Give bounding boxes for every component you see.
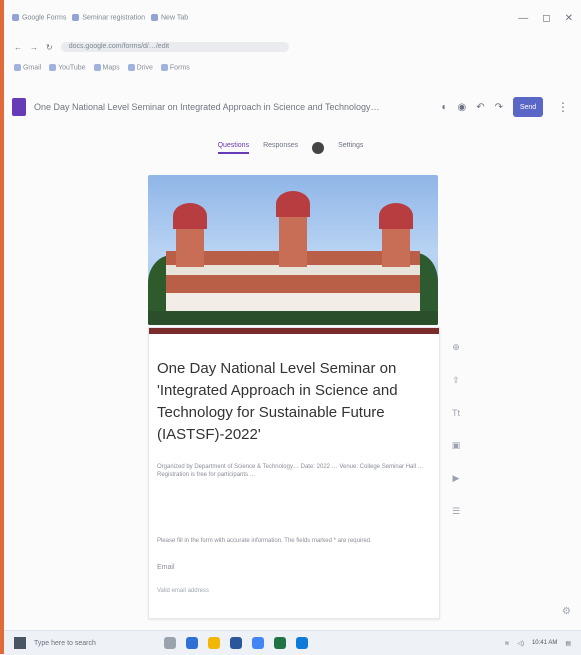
- tab-responses[interactable]: Responses: [263, 142, 298, 154]
- settings-icon[interactable]: ⚙: [562, 606, 571, 617]
- card-accent-bar: [149, 328, 439, 334]
- maximize-icon[interactable]: ◻: [542, 13, 550, 24]
- back-icon[interactable]: ←: [14, 43, 22, 52]
- email-field[interactable]: Valid email address: [157, 588, 209, 594]
- form-description[interactable]: Organized by Department of Science & Tec…: [157, 463, 427, 479]
- header-tower: [176, 227, 204, 267]
- header-dome: [276, 191, 310, 217]
- clock[interactable]: 10:41 AM: [532, 640, 557, 646]
- chrome-icon[interactable]: [252, 637, 264, 649]
- bookmarks-bar: Gmail YouTube Maps Drive Forms: [4, 60, 581, 76]
- taskbar-search[interactable]: Type here to search: [34, 640, 124, 647]
- image-icon[interactable]: ▣: [452, 440, 461, 451]
- reload-icon[interactable]: ↻: [46, 43, 53, 52]
- section-icon[interactable]: ☰: [452, 506, 460, 517]
- browser-tab[interactable]: Seminar registration: [72, 14, 145, 22]
- browser-tab[interactable]: Google Forms: [12, 14, 67, 22]
- notification-icon[interactable]: ▤: [565, 640, 571, 647]
- forms-logo-icon[interactable]: [12, 98, 26, 116]
- page-icon: [151, 14, 158, 22]
- bookmark-label: Drive: [136, 64, 153, 72]
- form-document-title[interactable]: One Day National Level Seminar on Integr…: [34, 102, 441, 112]
- avatar[interactable]: [312, 142, 325, 154]
- bookmark-label: Gmail: [22, 64, 42, 72]
- add-question-icon[interactable]: ⊕: [452, 342, 460, 353]
- form-title[interactable]: One Day National Level Seminar on 'Integ…: [157, 358, 427, 446]
- wifi-icon[interactable]: ≋: [504, 640, 509, 647]
- bookmark-item[interactable]: Drive: [127, 64, 153, 72]
- task-view-icon[interactable]: [164, 637, 176, 649]
- header-dome: [173, 203, 207, 229]
- url-input[interactable]: docs.google.com/forms/d/…/edit: [60, 42, 289, 52]
- header-tower: [382, 227, 410, 267]
- send-button[interactable]: Send: [513, 97, 543, 117]
- taskbar-apps: [164, 637, 308, 649]
- tab-questions[interactable]: Questions: [217, 142, 250, 154]
- bookmark-item[interactable]: Forms: [160, 64, 190, 72]
- form-tabs: Questions Responses Settings: [0, 142, 581, 154]
- header-tower: [279, 215, 307, 267]
- bookmark-icon: [160, 64, 168, 72]
- header-ground: [148, 311, 438, 325]
- form-title-card[interactable]: One Day National Level Seminar on 'Integ…: [148, 327, 440, 619]
- bookmark-icon: [49, 64, 57, 72]
- more-vert-icon[interactable]: ⋮: [557, 100, 569, 114]
- form-header-image: [148, 175, 438, 325]
- forms-icon: [72, 14, 80, 22]
- edge-icon[interactable]: [186, 637, 198, 649]
- browser-tab[interactable]: New Tab: [151, 14, 189, 22]
- forward-icon[interactable]: →: [30, 43, 38, 52]
- bookmark-item[interactable]: Gmail: [14, 64, 42, 72]
- undo-icon[interactable]: ↶: [476, 102, 484, 113]
- close-icon[interactable]: ✕: [565, 13, 573, 24]
- forms-icon: [12, 14, 19, 22]
- store-icon[interactable]: [296, 637, 308, 649]
- bookmark-icon: [127, 64, 135, 72]
- volume-icon[interactable]: ◁): [517, 640, 524, 647]
- palette-icon[interactable]: ◐: [441, 102, 447, 113]
- word-icon[interactable]: [230, 637, 242, 649]
- bookmark-label: Forms: [169, 64, 190, 72]
- redo-icon[interactable]: ↷: [495, 102, 503, 113]
- form-subtext: Please fill in the form with accurate in…: [157, 538, 372, 544]
- os-taskbar: Type here to search ≋ ◁) 10:41 AM ▤: [4, 630, 581, 655]
- bookmark-item[interactable]: Maps: [93, 64, 120, 72]
- import-icon[interactable]: ⇪: [452, 375, 460, 386]
- system-tray: ≋ ◁) 10:41 AM ▤: [504, 640, 581, 647]
- start-icon[interactable]: [14, 637, 26, 649]
- file-explorer-icon[interactable]: [208, 637, 220, 649]
- tab-settings[interactable]: Settings: [338, 142, 363, 154]
- tab-label: Seminar registration: [82, 14, 145, 22]
- minimize-icon[interactable]: —: [518, 13, 528, 24]
- header-dome: [379, 203, 413, 229]
- forms-toolbar: One Day National Level Seminar on Integr…: [12, 92, 569, 122]
- bookmark-icon: [14, 64, 21, 72]
- bookmark-item[interactable]: YouTube: [49, 64, 86, 72]
- excel-icon[interactable]: [274, 637, 286, 649]
- bookmark-icon: [93, 64, 101, 72]
- bookmark-label: Maps: [102, 64, 120, 72]
- app-window: Google Forms Seminar registration New Ta…: [0, 0, 581, 655]
- bookmark-label: YouTube: [58, 64, 86, 72]
- question-side-toolbar: ⊕ ⇪ Tt ▣ ▶ ☰: [450, 342, 462, 517]
- window-controls: — ◻ ✕: [518, 13, 573, 24]
- email-label: Email: [157, 564, 175, 571]
- tab-label: Google Forms: [22, 14, 67, 22]
- window-edge: [0, 0, 4, 654]
- video-icon[interactable]: ▶: [453, 473, 460, 484]
- preview-icon[interactable]: ◉: [457, 102, 466, 113]
- browser-tabbar: Google Forms Seminar registration New Ta…: [4, 8, 581, 28]
- title-text-icon[interactable]: Tt: [452, 408, 460, 418]
- toolbar-icons: ◐ ◉ ↶ ↷: [441, 102, 503, 113]
- address-bar: ← → ↻ docs.google.com/forms/d/…/edit: [4, 38, 581, 56]
- tab-label: New Tab: [161, 14, 189, 22]
